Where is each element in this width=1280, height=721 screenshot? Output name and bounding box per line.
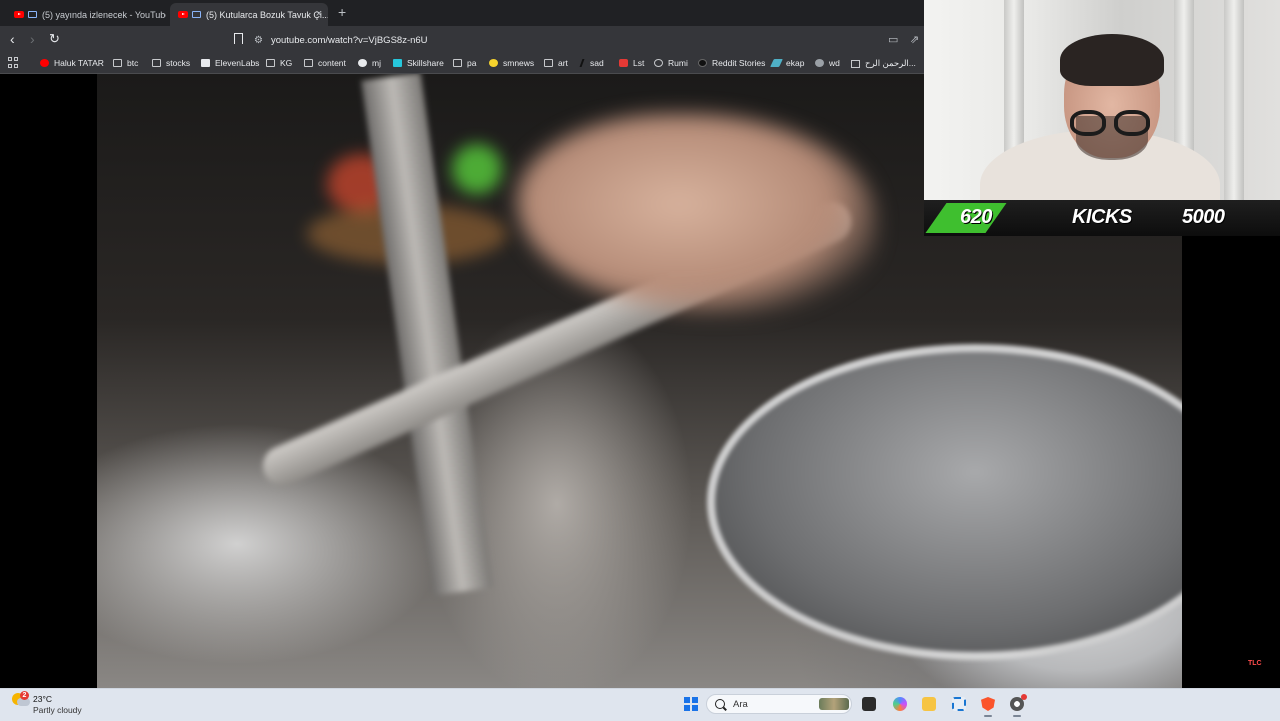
- tab-current-video[interactable]: (5) Kutularca Bozuk Tavuk Çi... ×: [170, 3, 328, 26]
- tv-icon: [28, 11, 37, 18]
- cast-icon[interactable]: ▭: [888, 33, 898, 46]
- bookmark-elevenlabs[interactable]: ElevenLabs: [201, 58, 259, 68]
- bookmark-lst[interactable]: Lst: [619, 58, 644, 68]
- steel-bowl: [707, 344, 1182, 660]
- counter-title: KICKS: [1072, 206, 1132, 228]
- bookmark-haluk-tatar[interactable]: Haluk TATAR: [40, 58, 104, 68]
- bookmark-pa[interactable]: pa: [453, 58, 476, 68]
- webcam-overlay: [924, 0, 1280, 200]
- smiley-icon: [489, 59, 498, 67]
- person-hair: [1060, 34, 1164, 86]
- tab-title: (5) Kutularca Bozuk Tavuk Çi...: [206, 9, 328, 20]
- reload-icon[interactable]: ↻: [49, 32, 60, 46]
- bird-icon: [770, 59, 783, 67]
- weather-condition[interactable]: Partly cloudy: [33, 705, 82, 715]
- forward-icon[interactable]: ›: [30, 32, 35, 46]
- curtain-fold: [1224, 0, 1244, 200]
- back-icon[interactable]: ‹: [10, 32, 15, 46]
- tab-title: (5) yayında izlenecek - YouTube: [42, 9, 166, 20]
- search-highlight-image: [819, 698, 849, 710]
- bookmark-wd[interactable]: wd: [815, 58, 840, 68]
- running-indicator: [1013, 715, 1021, 717]
- hand: [517, 114, 877, 314]
- bookmark-rumi[interactable]: Rumi: [654, 58, 688, 68]
- glasses-right: [1114, 110, 1150, 136]
- search-placeholder: Ara: [733, 699, 748, 710]
- folder-icon: [266, 59, 275, 67]
- bookmark-content[interactable]: content: [304, 58, 346, 68]
- channel-watermark: TLC: [1248, 660, 1262, 667]
- folder-icon: [152, 59, 161, 67]
- youtube-icon: [40, 59, 49, 67]
- tab-youtube-watchlist[interactable]: (5) yayında izlenecek - YouTube: [6, 3, 166, 26]
- glasses-left: [1070, 110, 1106, 136]
- wd-icon: [815, 59, 824, 67]
- weather-temperature[interactable]: 23°C: [33, 694, 52, 704]
- folder-icon: [113, 59, 122, 67]
- letter-s-icon: [619, 59, 628, 67]
- bookmark-sad[interactable]: sad: [579, 58, 604, 68]
- chrome-dev-icon[interactable]: [1010, 694, 1027, 711]
- notification-badge: 2: [20, 691, 29, 700]
- current-kicks: 620: [960, 206, 992, 228]
- copilot-icon[interactable]: [893, 697, 907, 711]
- kick-goal: 5000: [1182, 206, 1225, 228]
- blurred-light-green: [452, 144, 502, 194]
- taskbar-search[interactable]: Ara: [706, 694, 852, 714]
- share-icon[interactable]: ⇗: [910, 33, 919, 46]
- bookmark-skillshare[interactable]: Skillshare: [393, 58, 444, 68]
- folder-icon: [453, 59, 462, 67]
- bookmark-arabic[interactable]: الرحمن الرح...: [851, 58, 916, 69]
- bookmark-btc[interactable]: btc: [113, 58, 138, 68]
- bookmark-kg[interactable]: KG: [266, 58, 292, 68]
- address-bar[interactable]: ⚙ youtube.com/watch?v=VjBGS8z-n6U: [254, 31, 924, 49]
- github-icon: [358, 59, 367, 67]
- bookmark-page-icon[interactable]: [234, 33, 243, 44]
- reddit-stories-icon: [698, 59, 707, 67]
- youtube-icon: [14, 11, 24, 18]
- bookmark-reddit-stories[interactable]: Reddit Stories: [698, 58, 765, 68]
- url-text: youtube.com/watch?v=VjBGS8z-n6U: [270, 34, 428, 46]
- running-indicator: [984, 715, 992, 717]
- file-explorer-icon[interactable]: [922, 697, 936, 711]
- globe-icon: [654, 59, 663, 67]
- bookmark-mj[interactable]: mj: [358, 58, 381, 68]
- bookmark-art[interactable]: art: [544, 58, 568, 68]
- page-icon: [851, 59, 860, 68]
- folder-icon: [544, 59, 553, 67]
- youtube-icon: [178, 11, 188, 18]
- tab-bar: (5) yayında izlenecek - YouTube (5) Kutu…: [0, 0, 924, 26]
- apps-icon[interactable]: [8, 57, 19, 68]
- skillshare-icon: [393, 59, 402, 67]
- elevenlabs-icon: [201, 59, 210, 67]
- bookmark-stocks[interactable]: stocks: [152, 58, 190, 68]
- bookmark-ekap[interactable]: ekap: [770, 58, 804, 68]
- snipping-tool-icon[interactable]: [952, 697, 966, 711]
- tv-icon: [192, 11, 201, 18]
- new-tab-button[interactable]: +: [338, 4, 346, 20]
- site-settings-icon[interactable]: ⚙: [254, 35, 263, 46]
- slash-icon: [579, 59, 587, 67]
- close-tab-icon[interactable]: ×: [316, 8, 322, 20]
- bookmark-smnews[interactable]: smnews: [489, 58, 534, 68]
- taskbar: [0, 688, 1280, 721]
- windows-start-icon[interactable]: [684, 697, 698, 711]
- task-view-icon[interactable]: [862, 697, 876, 711]
- folder-icon: [304, 59, 313, 67]
- search-icon: [715, 699, 725, 709]
- kick-counter: 620 KICKS 5000: [924, 200, 1280, 236]
